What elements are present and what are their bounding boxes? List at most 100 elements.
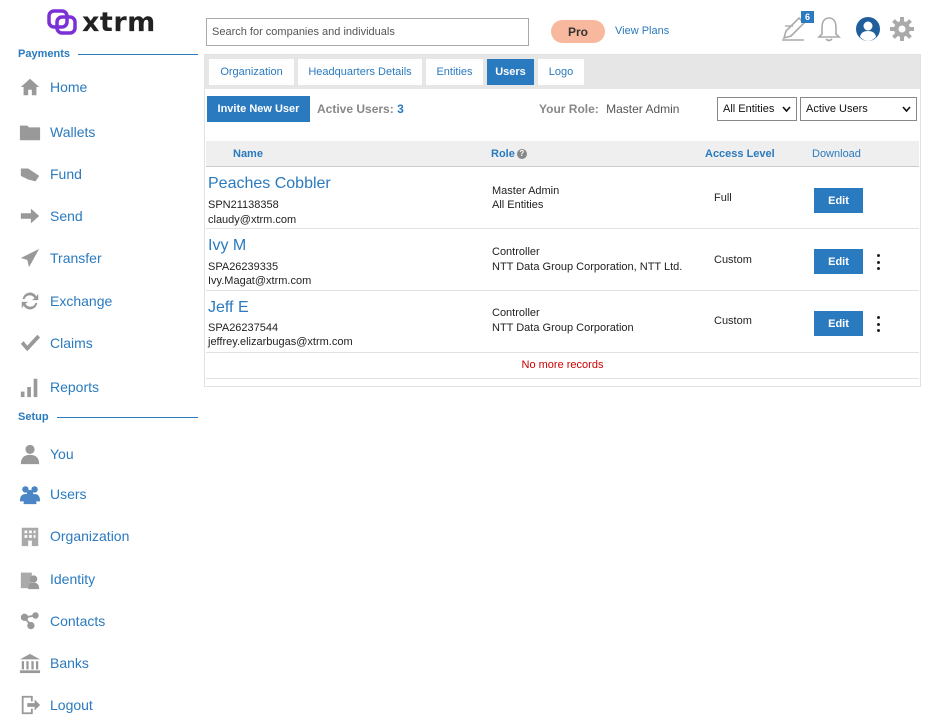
user-access-level: Custom [714,315,752,327]
nav-send[interactable]: Send [18,201,83,231]
nav-contacts[interactable]: Contacts [18,606,105,636]
xtrm-logo-icon [47,9,77,35]
identity-icon [18,567,42,591]
user-id: SPA26239335 [208,261,279,273]
search-input[interactable] [206,18,529,46]
nav-wallets[interactable]: Wallets [18,117,95,147]
nav-fund[interactable]: Fund [18,159,82,189]
kebab-dot [876,254,880,257]
user-role-scope: NTT Data Group Corporation [492,322,634,334]
tab-entities[interactable]: Entities [426,59,483,85]
nav-home[interactable]: Home [18,72,87,102]
nav-fund-label: Fund [50,166,82,182]
your-role-label: Your Role: [539,102,599,116]
folder-icon [18,120,42,144]
table-header: Name Role? Access Level Download [206,141,919,167]
bank-icon [18,651,42,675]
payments-heading-label: Payments [18,48,70,60]
tab-bar: Organization Headquarters Details Entiti… [205,55,920,89]
user-access-level: Full [714,192,732,204]
nav-identity-label: Identity [50,571,96,587]
user-name-link[interactable]: Jeff E [208,299,249,317]
nav-you[interactable]: You [18,439,74,469]
user-email: claudy@xtrm.com [208,214,297,226]
nav-transfer-label: Transfer [50,250,102,266]
user-name-link[interactable]: Peaches Cobbler [208,175,331,193]
payments-heading: Payments [18,48,198,60]
arrow-right-icon [18,204,42,228]
avatar-icon[interactable] [853,14,883,44]
setup-heading: Setup [18,411,198,423]
column-name[interactable]: Name [233,148,263,160]
home-icon [18,75,42,99]
nav-organization[interactable]: Organization [18,521,129,551]
table-row: Jeff E SPA26237544 jeffrey.elizarbugas@x… [206,291,919,353]
gear-icon[interactable] [887,14,917,44]
tab-headquarters-details[interactable]: Headquarters Details [298,59,422,85]
column-role[interactable]: Role? [491,148,527,160]
bell-icon[interactable] [814,14,844,44]
kebab-dot [876,329,880,332]
paper-plane-icon [18,246,42,270]
user-id: SPN21138358 [208,199,279,211]
your-role: Your Role: Master Admin [539,102,679,116]
user-role-scope: NTT Data Group Corporation, NTT Ltd. [492,261,683,273]
divider [56,416,198,418]
nav-claims-label: Claims [50,335,93,351]
entity-filter-select[interactable]: All Entities [717,97,797,121]
brand-name: xtrm [82,6,156,38]
nav-send-label: Send [50,208,83,224]
more-options-icon[interactable] [874,254,882,270]
nav-home-label: Home [50,79,88,95]
plan-badge[interactable]: Pro [551,20,605,43]
download-link[interactable]: Download [812,148,861,160]
nav-exchange[interactable]: Exchange [18,286,112,316]
active-users-summary: Active Users: 3 [317,102,404,116]
logout-icon [18,693,42,717]
nav-transfer[interactable]: Transfer [18,243,102,273]
edit-button[interactable]: Edit [814,311,863,336]
nav-logout[interactable]: Logout [18,690,93,720]
tab-logo[interactable]: Logo [538,59,584,85]
tab-users[interactable]: Users [487,59,534,85]
column-access-level[interactable]: Access Level [705,148,775,160]
tab-organization[interactable]: Organization [209,59,294,85]
user-access-level: Custom [714,254,752,266]
nav-you-label: You [50,446,74,462]
contacts-icon [18,609,42,633]
edit-button[interactable]: Edit [814,249,863,274]
user-name-link[interactable]: Ivy M [208,237,246,255]
invite-new-user-button[interactable]: Invite New User [207,96,310,122]
nav-identity[interactable]: Identity [18,564,95,594]
active-users-count: 3 [397,102,404,116]
nav-users[interactable]: Users [18,479,87,509]
nav-logout-label: Logout [50,697,93,713]
status-filter-value: Active Users [806,103,868,115]
hand-money-icon [18,162,42,186]
table-row: Peaches Cobbler SPN21138358 claudy@xtrm.… [206,167,919,229]
nav-banks[interactable]: Banks [18,648,89,678]
user-email: Ivy.Magat@xtrm.com [208,275,312,287]
kebab-dot [876,322,880,326]
edit-button[interactable]: Edit [814,188,863,213]
status-filter-select[interactable]: Active Users [800,97,917,121]
notification-count-badge: 6 [801,11,814,23]
nav-organization-label: Organization [50,528,130,544]
nav-claims[interactable]: Claims [18,328,93,358]
view-plans-link[interactable]: View Plans [615,25,669,37]
active-users-label: Active Users: [317,102,394,116]
nav-wallets-label: Wallets [50,124,96,140]
kebab-dot [876,267,880,270]
user-role: Controller [492,246,540,258]
user-email: jeffrey.elizarbugas@xtrm.com [208,336,353,348]
kebab-dot [876,260,880,264]
exchange-icon [18,289,42,313]
more-options-icon[interactable] [874,316,882,332]
person-icon [18,442,42,466]
nav-reports[interactable]: Reports [18,372,99,402]
nav-contacts-label: Contacts [50,613,106,629]
help-icon[interactable]: ? [516,149,527,160]
nav-exchange-label: Exchange [50,293,113,309]
xtrm-logo[interactable]: xtrm [46,6,156,38]
column-role-label: Role [491,148,515,160]
